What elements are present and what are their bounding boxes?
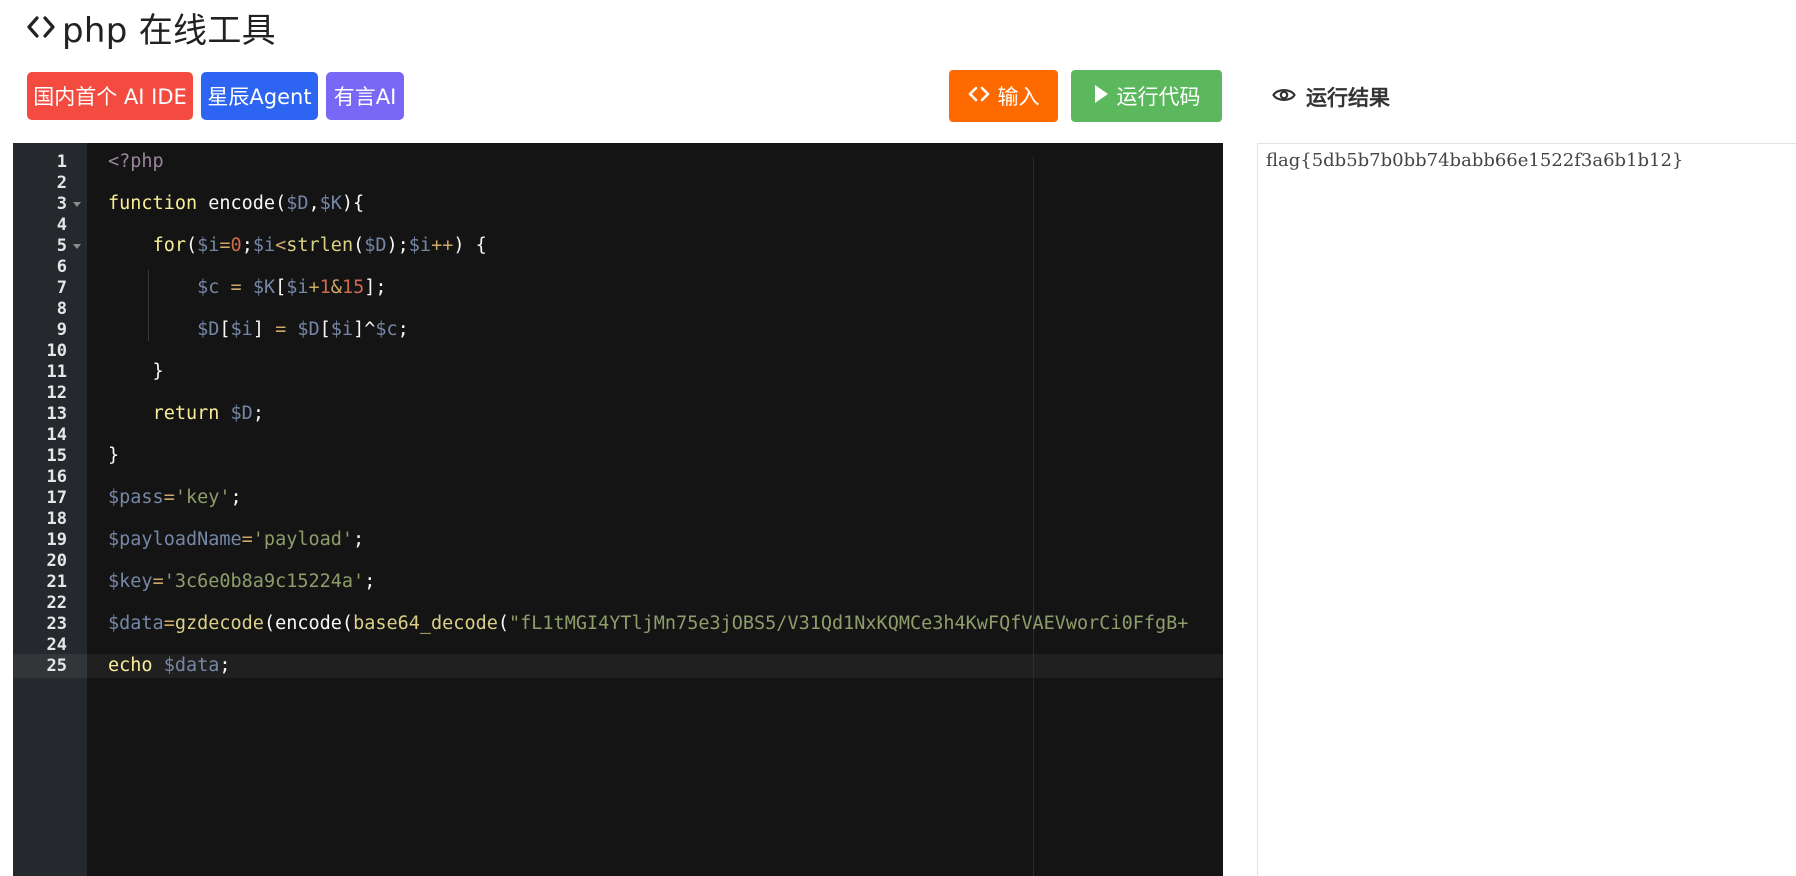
code-line: echo $data; [108, 655, 231, 676]
play-icon [1093, 84, 1109, 109]
code-editor[interactable]: 1 2 3 4 5 6 7 8 9 10 11 12 13 14 15 16 17 18 19 20 21 22 23 24 2… [13, 143, 1223, 876]
code-line: <?php [108, 151, 164, 172]
active-line-highlight [87, 654, 1223, 678]
result-header-label: 运行结果 [1306, 86, 1390, 110]
result-header: 运行结果 [1272, 80, 1390, 114]
code-line: for($i=0;$i<strlen($D);$i++) { [152, 235, 487, 256]
run-code-button[interactable]: 运行代码 [1071, 70, 1222, 122]
page-title-text: php 在线工具 [62, 10, 276, 51]
code-line: } [108, 445, 120, 466]
page-title: php 在线工具 [26, 4, 276, 51]
code-brackets-icon [968, 84, 990, 108]
code-line: $pass='key'; [108, 487, 242, 508]
promo-button-ai-ide[interactable]: 国内首个 AI IDE [27, 72, 193, 120]
promo-button-youyan-ai[interactable]: 有言AI [326, 72, 404, 120]
line-number-gutter: 1 2 3 4 5 6 7 8 9 10 11 12 13 14 15 16 17 18 19 20 21 22 23 24 2… [13, 143, 87, 876]
output-text: flag{5db5b7b0bb74babb66e1522f3a6b1b12} [1266, 150, 1684, 171]
eye-icon [1272, 85, 1296, 109]
run-code-button-label: 运行代码 [1116, 85, 1201, 109]
code-line: $key='3c6e0b8a9c15224a'; [108, 571, 376, 592]
output-panel: flag{5db5b7b0bb74babb66e1522f3a6b1b12} [1257, 143, 1796, 876]
fold-arrow-icon[interactable] [73, 202, 81, 207]
print-margin [1033, 157, 1034, 876]
code-line: function encode($D,$K){ [108, 193, 365, 214]
code-brackets-icon [26, 14, 56, 40]
code-line: $payloadName='payload'; [108, 529, 365, 550]
fold-arrow-icon[interactable] [73, 244, 81, 249]
input-button[interactable]: 输入 [949, 70, 1058, 122]
code-line: $c = $K[$i+1&15]; [197, 277, 387, 298]
promo-button-xingchen-agent[interactable]: 星辰Agent [201, 72, 318, 120]
code-line: $data=gzdecode(encode(base64_decode("fL1… [108, 613, 1189, 634]
code-line: $D[$i] = $D[$i]^$c; [197, 319, 409, 340]
line-number: 25 [46, 656, 67, 676]
code-line: } [108, 361, 164, 382]
code-line: return $D; [152, 403, 264, 424]
input-button-label: 输入 [997, 85, 1040, 109]
